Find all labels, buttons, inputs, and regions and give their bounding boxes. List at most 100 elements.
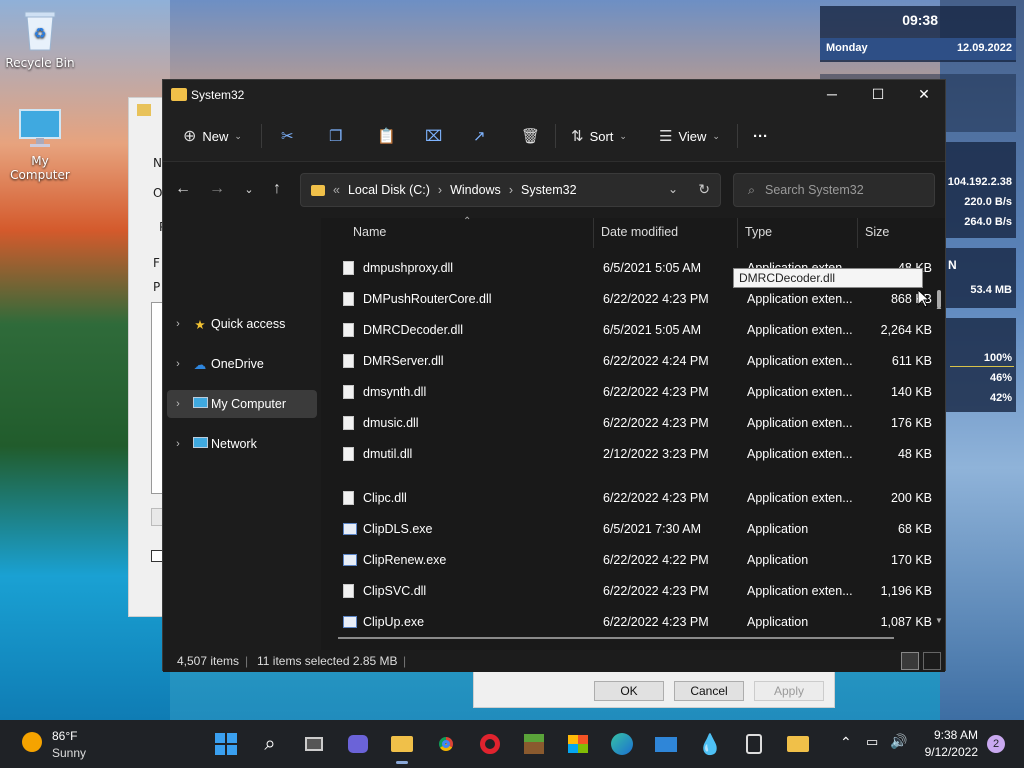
file-row[interactable]: ClipDLS.exe 6/5/2021 7:30 AM Application 68… — [337, 515, 932, 543]
start-button[interactable] — [212, 730, 240, 758]
minimize-button[interactable]: ─ — [809, 80, 855, 110]
taskbar-time[interactable]: 9:38 AM — [920, 728, 978, 742]
sort-button[interactable]: ⇅ Sort ⌄ — [571, 124, 627, 148]
app-drop-button[interactable]: 💧 — [696, 730, 724, 758]
edge-button[interactable] — [608, 730, 636, 758]
title-bar[interactable]: System32 ─ ☐ ✕ — [163, 80, 945, 110]
chevron-right-icon[interactable]: › — [167, 438, 189, 450]
maximize-button[interactable]: ☐ — [855, 80, 901, 110]
new-button[interactable]: ⊕ New ⌄ — [183, 124, 242, 148]
weather-temperature[interactable]: 86°F — [52, 729, 77, 743]
search-icon: ⌕ — [264, 732, 276, 755]
apply-button[interactable]: Apply — [754, 681, 824, 701]
close-button[interactable]: ✕ — [901, 80, 947, 110]
delete-button[interactable]: 🗑 — [521, 124, 540, 148]
nav-item-quick-access[interactable]: › ★ Quick access — [167, 310, 317, 338]
view-button[interactable]: ☰ View ⌄ — [659, 124, 720, 148]
column-size[interactable]: Size — [865, 225, 889, 239]
file-row[interactable]: ClipUp.exe 6/22/2022 4:23 PM Application 1,… — [337, 608, 932, 636]
cut-button[interactable]: ✂ — [281, 124, 294, 148]
chevron-up-icon[interactable]: ⌃ — [840, 734, 852, 751]
file-date: 6/5/2021 7:30 AM — [603, 522, 701, 536]
more-button[interactable]: ··· — [753, 124, 768, 148]
file-row[interactable]: DMRCDecoder.dll 6/5/2021 5:05 AM Applicati… — [337, 316, 932, 344]
network-icon[interactable]: ▭ — [866, 734, 878, 750]
recent-locations-button[interactable]: ⌄ — [237, 183, 261, 196]
opera-button[interactable] — [476, 730, 504, 758]
back-button[interactable]: ← — [171, 180, 195, 198]
mail-button[interactable] — [652, 730, 680, 758]
forward-button[interactable]: → — [205, 180, 229, 198]
column-name[interactable]: Name — [353, 225, 386, 239]
network-ip: 104.192.2.38 — [947, 176, 1012, 188]
nav-item-network[interactable]: › Network — [167, 430, 317, 458]
file-row[interactable]: DMRServer.dll 6/22/2022 4:24 PM Applicatio… — [337, 347, 932, 375]
file-date: 6/5/2021 5:05 AM — [603, 323, 701, 337]
search-box[interactable]: ⌕ — [733, 173, 935, 207]
nav-item-my-computer[interactable]: › My Computer — [167, 390, 317, 418]
column-separator[interactable] — [593, 218, 594, 248]
memory-value: 53.4 MB — [970, 284, 1012, 296]
column-type[interactable]: Type — [745, 225, 772, 239]
notification-badge[interactable]: 2 — [987, 735, 1005, 753]
folder-taskbar-button[interactable] — [784, 730, 812, 758]
vertical-scrollbar[interactable]: ▲ ▼ — [935, 218, 943, 628]
breadcrumb-overflow[interactable]: « — [333, 183, 340, 197]
more-icon: ··· — [753, 127, 768, 145]
file-size: 1,196 KB — [880, 584, 932, 598]
chevron-right-icon[interactable]: › — [167, 358, 189, 370]
nav-item-onedrive[interactable]: › ☁ OneDrive — [167, 350, 317, 378]
file-row[interactable]: Clipc.dll 6/22/2022 4:23 PM Application ex… — [337, 484, 932, 512]
task-view-button[interactable] — [300, 730, 328, 758]
chevron-down-icon[interactable]: ⌄ — [668, 182, 678, 196]
chevron-right-icon[interactable]: › — [167, 398, 189, 410]
chrome-button[interactable] — [432, 730, 460, 758]
sun-icon[interactable] — [22, 732, 42, 752]
cpu-value: 100% — [983, 352, 1012, 364]
store-button[interactable] — [564, 730, 592, 758]
file-row[interactable]: ClipSVC.dll 6/22/2022 4:23 PM Application … — [337, 577, 932, 605]
desktop-icon-my-computer[interactable]: My Computer — [0, 108, 80, 182]
horizontal-scrollbar[interactable] — [338, 637, 894, 639]
tiles-view-button[interactable] — [923, 652, 941, 670]
taskbar-date[interactable]: 9/12/2022 — [920, 745, 978, 759]
file-row[interactable]: dmsynth.dll 6/22/2022 4:23 PM Application … — [337, 378, 932, 406]
share-button[interactable]: ↗ — [473, 124, 486, 148]
chevron-right-icon[interactable]: › — [167, 318, 189, 330]
column-date-modified[interactable]: Date modified — [601, 225, 678, 239]
speaker-icon[interactable]: 🔊 — [890, 733, 907, 750]
desktop-icon-recycle-bin[interactable]: ♻ Recycle Bin — [0, 8, 80, 70]
ok-button[interactable]: OK — [594, 681, 664, 701]
file-row[interactable]: dmutil.dll 2/12/2022 3:23 PM Application e… — [337, 440, 932, 468]
copy-button[interactable]: ❐ — [329, 124, 342, 148]
breadcrumb-local-disk[interactable]: Local Disk (C:) — [348, 183, 430, 197]
opera-icon — [480, 734, 500, 754]
weather-description[interactable]: Sunny — [52, 746, 86, 760]
file-explorer-window[interactable]: System32 ─ ☐ ✕ ⊕ New ⌄ ✂ ❐ 📋 ⌧ ↗ 🗑 ⇅ Sor… — [162, 79, 946, 672]
cancel-button[interactable]: Cancel — [674, 681, 744, 701]
column-separator[interactable] — [737, 218, 738, 248]
file-explorer-taskbar-button[interactable] — [388, 730, 416, 764]
paste-button[interactable]: 📋 — [377, 124, 396, 148]
chat-button[interactable] — [344, 730, 372, 758]
app-button[interactable] — [740, 730, 768, 758]
breadcrumb-windows[interactable]: Windows — [450, 183, 501, 197]
search-input[interactable] — [765, 183, 916, 197]
file-row[interactable]: ClipRenew.exe 6/22/2022 4:22 PM Applicatio… — [337, 546, 932, 574]
details-view-button[interactable] — [901, 652, 919, 670]
sort-ascending-icon: ⌃ — [463, 216, 472, 227]
scroll-thumb[interactable] — [937, 290, 941, 308]
address-input[interactable]: « Local Disk (C:) › Windows › System32 ⌄… — [300, 173, 721, 207]
refresh-icon[interactable]: ↻ — [698, 181, 710, 198]
view-icon: ☰ — [659, 128, 673, 145]
memory-label: N — [948, 258, 957, 272]
scroll-down-icon[interactable]: ▼ — [935, 616, 943, 625]
file-row[interactable]: dmusic.dll 6/22/2022 4:23 PM Application e… — [337, 409, 932, 437]
file-row[interactable]: DMPushRouterCore.dll 6/22/2022 4:23 PM App… — [337, 285, 932, 313]
rename-button[interactable]: ⌧ — [425, 124, 442, 148]
up-button[interactable]: ↑ — [265, 180, 289, 198]
search-button[interactable]: ⌕ — [256, 730, 284, 758]
minecraft-button[interactable] — [520, 730, 548, 758]
column-separator[interactable] — [857, 218, 858, 248]
breadcrumb-system32[interactable]: System32 — [521, 183, 577, 197]
